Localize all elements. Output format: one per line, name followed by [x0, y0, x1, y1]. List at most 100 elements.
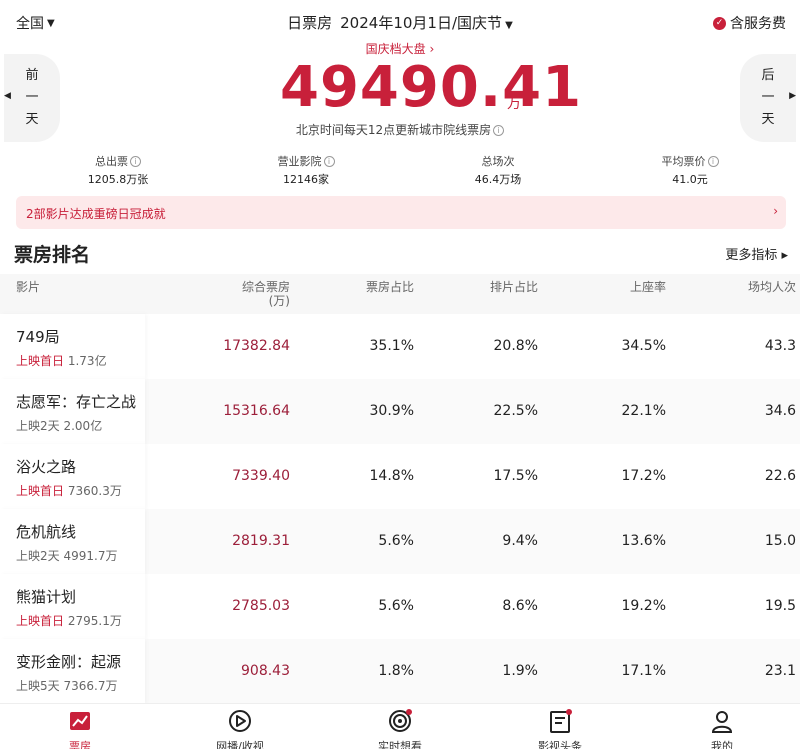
film-release-info: 上映首日 7360.3万 — [16, 482, 122, 499]
table-body: 749局 上映首日 1.73亿 17382.84 35.1% 20.8% 34.5% 43.… — [0, 314, 800, 704]
date-selector[interactable]: 日票房 2024年10月1日/国庆节 ▼ — [0, 12, 800, 33]
info-icon[interactable]: i — [323, 156, 335, 167]
info-icon[interactable]: i — [130, 156, 141, 167]
bottom-nav: 票房 网播/收视 实时想看 影视头条 我的 — [0, 703, 800, 749]
show-share-value: 17.5% — [493, 468, 538, 484]
table-row[interactable]: 变形金刚：起源 上映5天 7366.7万 908.43 1.8% 1.9% 17.1% 23… — [0, 639, 800, 704]
film-release-info: 上映2天 2.00亿 — [16, 417, 102, 434]
stat-label: 总场次 — [481, 155, 515, 168]
film-name[interactable]: 志愿军：存亡之战 — [16, 391, 136, 412]
previous-day-button[interactable]: 前 一 天 — [4, 54, 60, 142]
achievement-banner[interactable]: 2部影片达成重磅日冠成就 › — [16, 196, 786, 229]
col-avg-people[interactable]: 场均人次 — [740, 280, 796, 294]
nav-streaming[interactable]: 网播/收视 — [190, 708, 290, 749]
nav-label: 票房 — [69, 740, 91, 749]
release-day-label: 上映2天 — [16, 549, 60, 563]
box-office-table: 影片 综合票房 (万) 票房占比 排片占比 上座率 场均人次 749局上映首日 … — [0, 274, 800, 704]
user-icon — [711, 711, 733, 733]
table-row[interactable]: 危机航线 上映2天 4991.7万 2819.31 5.6% 9.4% 13.6% 15.0 — [0, 509, 800, 574]
next-day-char: 一 — [761, 90, 775, 105]
stat-value: 46.4万场 — [474, 173, 522, 186]
avg-people-value: 19.5 — [764, 598, 796, 614]
check-icon: ✓ — [713, 16, 726, 30]
release-day-label: 上映5天 — [16, 679, 60, 693]
row-film-cell: 变形金刚：起源上映5天 7366.7万 — [0, 639, 145, 704]
info-icon[interactable]: i — [707, 156, 719, 167]
occupancy-value: 34.5% — [621, 338, 666, 354]
box-share-value: 14.8% — [369, 468, 414, 484]
box-share-value: 5.6% — [378, 598, 414, 614]
film-name[interactable]: 熊猫计划 — [16, 586, 76, 607]
nav-label: 我的 — [711, 740, 733, 749]
stat-cinemas: 营业影院 i 12146家 — [226, 153, 386, 187]
banner-text: 2部影片达成重磅日冠成就 — [26, 207, 166, 221]
avg-people-value: 23.1 — [764, 663, 796, 679]
nav-profile[interactable]: 我的 — [672, 708, 772, 749]
service-fee-toggle[interactable]: ✓ 含服务费 — [713, 13, 786, 33]
date-label: 2024年10月1日/国庆节 — [340, 14, 502, 32]
occupancy-value: 17.2% — [621, 468, 666, 484]
more-metrics-link[interactable]: 更多指标 ▸ — [725, 244, 788, 263]
cumulative-box-office: 7366.7万 — [63, 679, 118, 693]
update-note-text: 北京时间每天12点更新城市院线票房 — [295, 123, 492, 137]
show-share-value: 22.5% — [493, 403, 538, 419]
table-row[interactable]: 志愿军：存亡之战 上映2天 2.00亿 15316.64 30.9% 22.5% 22.1… — [0, 379, 800, 444]
box-share-value: 1.8% — [378, 663, 414, 679]
box-office-value: 7339.40 — [232, 468, 290, 484]
row-film-cell: 危机航线上映2天 4991.7万 — [0, 509, 145, 574]
film-name[interactable]: 变形金刚：起源 — [16, 651, 121, 672]
cumulative-box-office: 1.73亿 — [67, 354, 107, 368]
nav-headlines[interactable]: 影视头条 — [510, 708, 610, 749]
next-day-char: 天 — [761, 112, 775, 127]
film-name[interactable]: 危机航线 — [16, 521, 76, 542]
stat-value: 41.0元 — [672, 173, 708, 186]
nav-label: 实时想看 — [378, 740, 422, 749]
show-share-value: 9.4% — [502, 533, 538, 549]
avg-people-value: 34.6 — [764, 403, 796, 419]
row-film-cell: 志愿军：存亡之战上映2天 2.00亿 — [0, 379, 145, 444]
chart-icon — [70, 712, 90, 730]
film-name[interactable]: 浴火之路 — [16, 456, 76, 477]
nav-realtime-want[interactable]: 实时想看 — [350, 708, 450, 749]
box-office-value: 2819.31 — [232, 533, 290, 549]
col-box-office[interactable]: 综合票房 (万) — [240, 280, 290, 308]
film-release-info: 上映首日 1.73亿 — [16, 352, 107, 369]
col-film: 影片 — [16, 280, 41, 294]
occupancy-value: 19.2% — [621, 598, 666, 614]
info-icon[interactable]: i — [493, 125, 505, 136]
chevron-right-icon: › — [773, 204, 778, 218]
release-day-label: 上映2天 — [16, 419, 60, 433]
box-office-value: 908.43 — [241, 663, 290, 679]
row-film-cell: 浴火之路上映首日 7360.3万 — [0, 444, 145, 509]
stat-avg-price: 平均票价 i 41.0元 — [610, 153, 770, 187]
show-share-value: 8.6% — [502, 598, 538, 614]
stat-label: 平均票价 — [661, 155, 706, 168]
table-row[interactable]: 熊猫计划 上映首日 2795.1万 2785.03 5.6% 8.6% 19.2% 19.5 — [0, 574, 800, 639]
news-icon — [550, 709, 572, 733]
total-box-office-unit: 万 — [507, 96, 521, 112]
stat-label: 总出票 — [95, 155, 128, 168]
table-row[interactable]: 749局 上映首日 1.73亿 17382.84 35.1% 20.8% 34.5% 43.… — [0, 314, 800, 379]
row-film-cell: 749局上映首日 1.73亿 — [0, 314, 145, 379]
col-box-share[interactable]: 票房占比 — [358, 280, 414, 294]
col-occupancy[interactable]: 上座率 — [610, 280, 666, 294]
cumulative-box-office: 7360.3万 — [67, 484, 122, 498]
box-office-value: 15316.64 — [223, 403, 290, 419]
table-row[interactable]: 浴火之路 上映首日 7360.3万 7339.40 14.8% 17.5% 17.2% 22… — [0, 444, 800, 509]
cumulative-box-office: 2795.1万 — [67, 614, 122, 628]
box-share-value: 5.6% — [378, 533, 414, 549]
holiday-market-label: 国庆档大盘 — [365, 42, 426, 56]
film-release-info: 上映2天 4991.7万 — [16, 547, 117, 564]
col-show-share[interactable]: 排片占比 — [482, 280, 538, 294]
occupancy-value: 17.1% — [621, 663, 666, 679]
row-film-cell: 熊猫计划上映首日 2795.1万 — [0, 574, 145, 639]
next-day-button[interactable]: 后 一 天 — [740, 54, 796, 142]
next-day-char: 后 — [761, 68, 775, 83]
stat-tickets: 总出票 i 1205.8万张 — [38, 153, 198, 187]
film-name[interactable]: 749局 — [16, 326, 60, 347]
release-day-label: 上映首日 — [16, 614, 65, 628]
nav-box-office[interactable]: 票房 — [30, 708, 130, 749]
box-share-value: 30.9% — [369, 403, 414, 419]
film-release-info: 上映首日 2795.1万 — [16, 612, 122, 629]
previous-day-char: 一 — [25, 90, 39, 105]
